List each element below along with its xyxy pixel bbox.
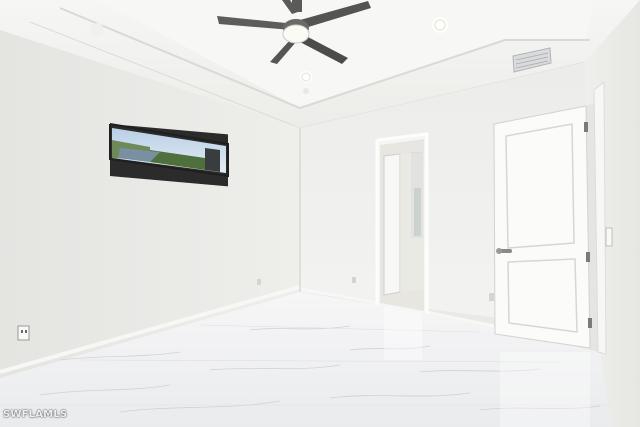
outlet-small-back [352,277,356,283]
hinge-middle [586,252,590,262]
hinge-top [584,122,588,132]
hinge-bottom [588,318,592,328]
outlet-small-left [257,279,261,285]
bedroom-door [493,103,600,352]
door-reflection [500,352,590,427]
light-switch [605,227,613,247]
photo-canvas [0,0,640,427]
electrical-outlet-icon [17,325,30,341]
closet-doorway [375,132,429,314]
watermark-logo: SWFLAMLS [3,409,68,420]
transom-window [109,123,229,187]
bedroom-photo: SWFLAMLS [0,0,640,427]
outlet-small-right [489,293,494,301]
